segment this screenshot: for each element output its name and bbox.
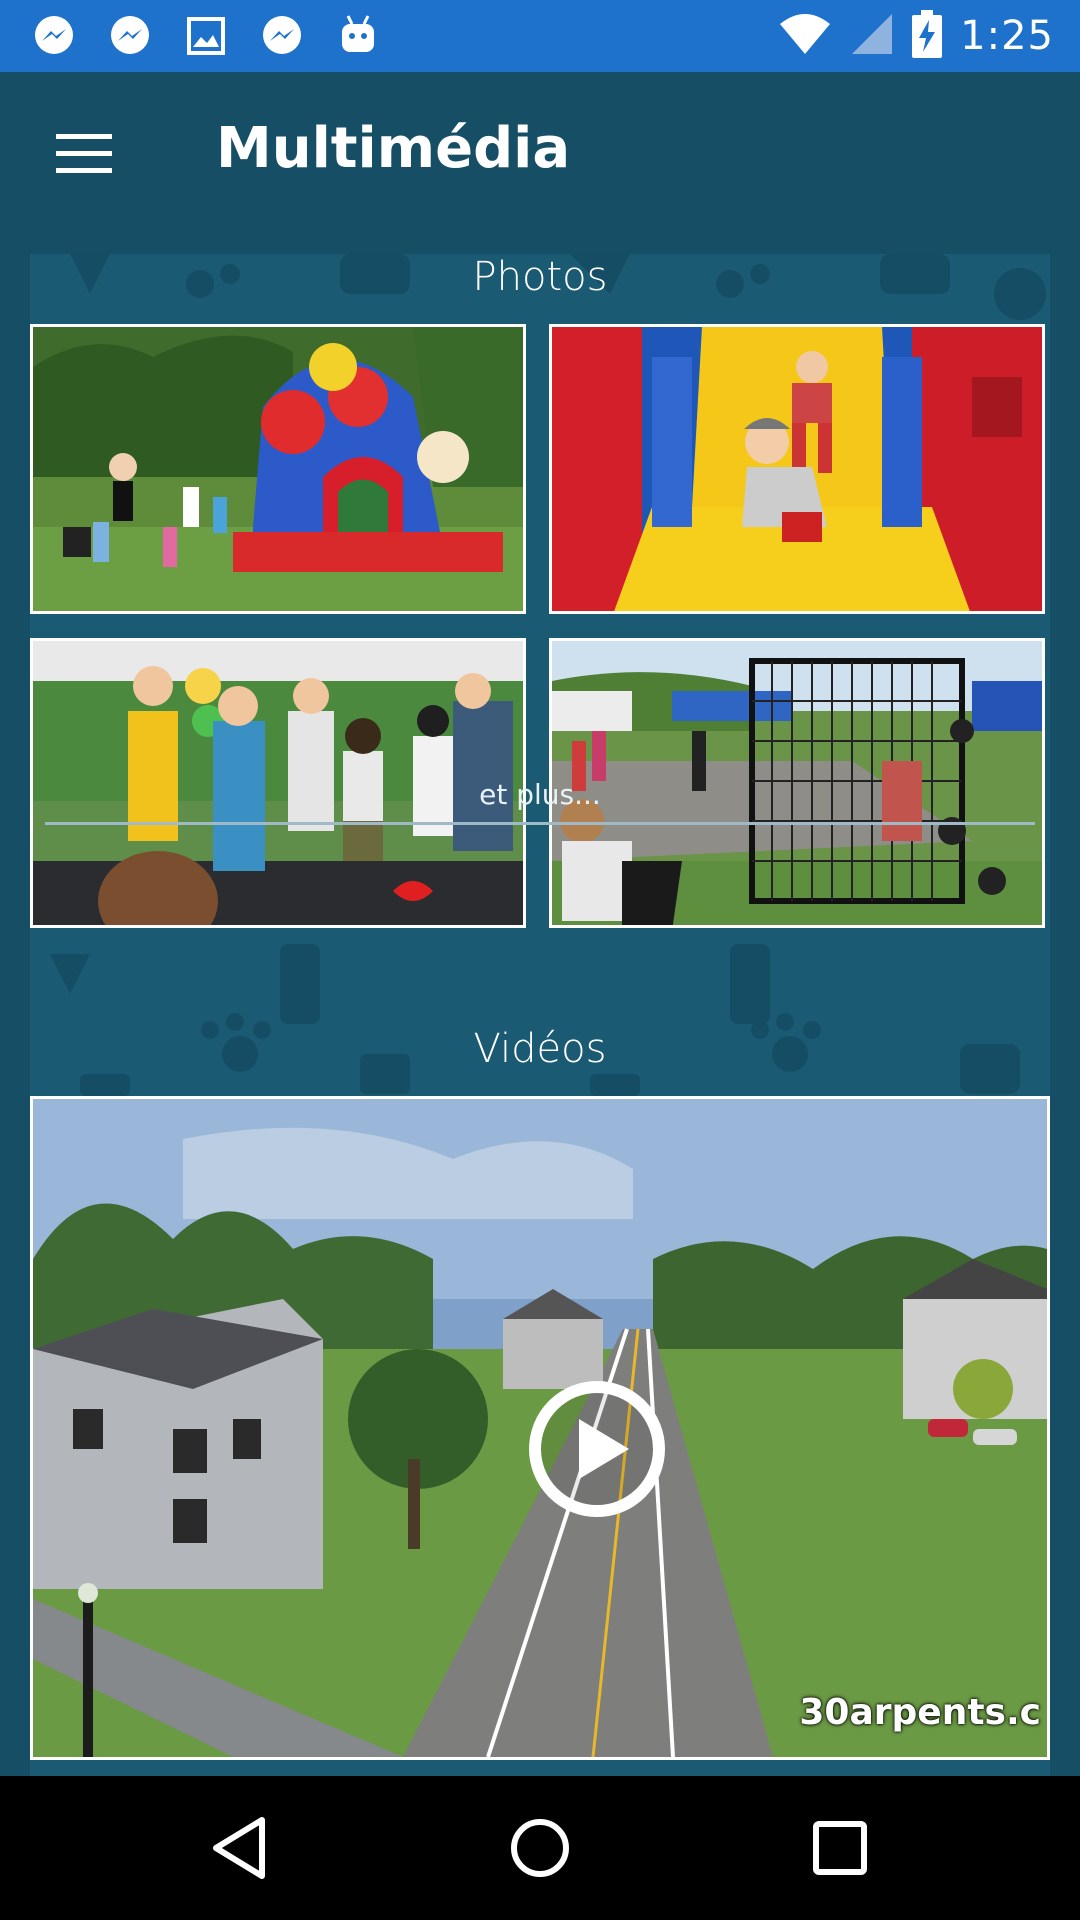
android-icon xyxy=(336,14,380,58)
messenger-icon xyxy=(32,14,76,58)
navigation-bar xyxy=(0,1776,1080,1920)
play-icon[interactable] xyxy=(527,1379,667,1519)
home-icon[interactable] xyxy=(500,1808,580,1888)
multimedia-content[interactable]: Photos et plus... Vidéos 30arpents.c xyxy=(30,254,1050,1776)
video-watermark: 30arpents.c xyxy=(799,1692,1041,1733)
photo-bouncy-castle xyxy=(33,327,523,611)
notification-icons xyxy=(0,14,380,58)
back-icon[interactable] xyxy=(200,1808,280,1888)
battery-charging-icon xyxy=(912,9,943,63)
photo-thumbnail[interactable] xyxy=(549,324,1045,614)
more-photos-link[interactable]: et plus... xyxy=(30,778,1050,811)
app-bar: Multimédia xyxy=(0,72,1080,240)
recents-icon[interactable] xyxy=(800,1808,880,1888)
signal-icon xyxy=(850,12,894,61)
status-bar: 1:25 xyxy=(0,0,1080,72)
photo-thumbnail[interactable] xyxy=(30,324,526,614)
system-icons: 1:25 xyxy=(778,9,1080,63)
wifi-icon xyxy=(778,12,832,61)
menu-button[interactable] xyxy=(48,124,120,184)
messenger-icon xyxy=(108,14,152,58)
image-icon xyxy=(184,14,228,58)
page-title: Multimédia xyxy=(216,116,571,181)
messenger-icon xyxy=(260,14,304,58)
hamburger-menu-icon xyxy=(56,134,112,173)
section-divider xyxy=(45,822,1035,825)
video-thumbnail[interactable]: 30arpents.c xyxy=(30,1096,1050,1760)
photos-title: Photos xyxy=(472,254,608,300)
photo-inflatable-slide xyxy=(552,327,1042,611)
videos-title: Vidéos xyxy=(473,1026,607,1072)
status-time: 1:25 xyxy=(960,13,1054,59)
